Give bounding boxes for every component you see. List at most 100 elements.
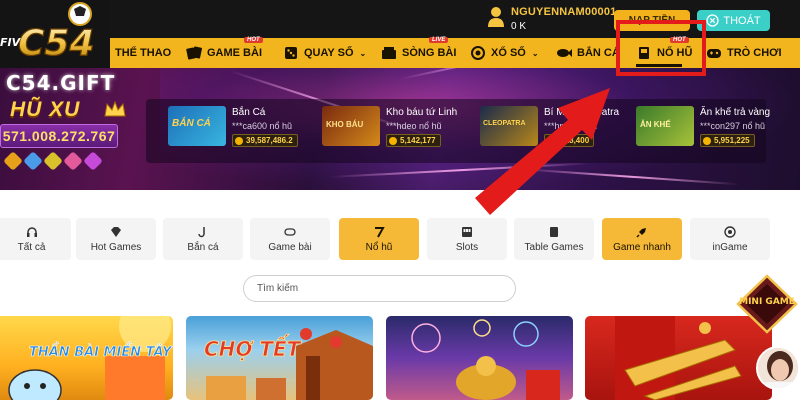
- winner-user: ***con297 nổ hũ: [700, 121, 766, 131]
- chevron-down-icon: ⌄: [359, 48, 367, 58]
- hero-banner[interactable]: C54.GIFT HŨ XU 571.008.272.767 BẮN CÁ Bắ…: [0, 68, 800, 190]
- chevron-down-icon: ⌄: [531, 48, 539, 58]
- cards-icon: [186, 46, 202, 60]
- jackpot-counter: 571.008.272.767: [0, 124, 118, 148]
- headset-icon: [26, 226, 37, 237]
- tile-title: THẦN BÀI MIỀN TÂY: [29, 343, 173, 360]
- gem-icon: [63, 151, 83, 171]
- tab-label: Tất cả: [17, 241, 46, 253]
- close-circle-icon: [706, 14, 720, 27]
- winner-user: ***hdeo nổ hũ: [386, 121, 442, 131]
- nav-label: XỔ SỐ: [491, 47, 526, 59]
- winner-card[interactable]: BẮN CÁ Bắn Cá ***ca600 nổ hũ 39,587,486.…: [168, 106, 298, 156]
- nav-item-casino[interactable]: SÒNG BÀI LIVE: [381, 37, 457, 68]
- nav-item-lottery-draw[interactable]: QUAY SỐ ⌄: [283, 38, 366, 68]
- winner-card[interactable]: KHO BÁU Kho báu tứ Linh ***hdeo nổ hũ 5,…: [322, 106, 457, 156]
- gem-icon: [3, 151, 23, 171]
- annotation-arrow-icon: [475, 88, 610, 215]
- search-input[interactable]: [257, 283, 497, 294]
- lottery-icon: [471, 46, 485, 60]
- nav-item-lottery[interactable]: XỔ SỐ ⌄: [470, 38, 539, 68]
- gem-icon: [43, 151, 63, 171]
- nav-label: TRÒ CHƠI: [727, 47, 782, 59]
- avatar-icon: [758, 348, 798, 388]
- nav-label: GAME BÀI: [207, 47, 262, 59]
- game-art: THẦN BÀI MIỀN TÂY: [8, 316, 173, 400]
- mini-game-button[interactable]: MINI GAME: [734, 274, 800, 336]
- tab-jackpot[interactable]: Nổ hũ: [339, 218, 419, 260]
- user-info[interactable]: NGUYENNAM00001 0 K: [487, 6, 617, 32]
- game-thumbnail: ĂN KHẾ: [636, 106, 694, 146]
- game-tile[interactable]: THẦN BÀI MIỀN TÂY: [0, 316, 173, 400]
- winner-amount: 5,951,225: [700, 134, 755, 147]
- tab-label: Hot Games: [90, 241, 142, 253]
- nav-label: THỂ THAO: [115, 47, 172, 59]
- winner-game: Ăn khế trả vàng: [700, 107, 771, 118]
- nav-item-games[interactable]: TRÒ CHƠI: [706, 38, 782, 68]
- gem-icon: [23, 151, 43, 171]
- tile-title: CHỢ TẾT: [204, 335, 302, 361]
- tab-label: Bắn cá: [187, 241, 219, 253]
- tab-hot-games[interactable]: Hot Games: [76, 218, 156, 260]
- tab-slots[interactable]: Slots: [427, 218, 507, 260]
- gamepad-icon: [707, 49, 721, 58]
- gem-icon: [83, 151, 103, 171]
- username: NGUYENNAM00001: [511, 6, 617, 18]
- game-thumbnail: BẮN CÁ: [168, 106, 226, 146]
- thumb-text: BẮN CÁ: [172, 118, 211, 129]
- search-box[interactable]: [243, 275, 516, 302]
- crown-icon: [104, 100, 126, 117]
- tab-card-games[interactable]: Game bài: [250, 218, 330, 260]
- live-badge: LIVE: [429, 37, 449, 43]
- winner-user: ***ca600 nổ hũ: [232, 121, 293, 131]
- recent-winners: BẮN CÁ Bắn Cá ***ca600 nổ hũ 39,587,486.…: [146, 99, 770, 163]
- support-avatar[interactable]: [756, 346, 800, 390]
- tab-label: Slots: [455, 241, 479, 253]
- logo-prefix: FIV: [0, 36, 22, 49]
- gem-row: [3, 151, 103, 171]
- nav-item-card-games[interactable]: GAME BÀI HOT: [186, 37, 263, 68]
- jackpot-title: HŨ XU: [10, 98, 81, 121]
- game-tile[interactable]: [386, 316, 573, 400]
- page: NGUYENNAM00001 0 K NẠP TIỀN THOÁT THỂ TH…: [0, 0, 800, 400]
- category-tabs: Tất cả Hot Games Bắn cá Game bài Nổ hũ S…: [0, 218, 800, 260]
- tab-ingame[interactable]: inGame: [690, 218, 770, 260]
- nav-item-fish[interactable]: BẮN CÁ: [556, 38, 620, 68]
- tab-table-games[interactable]: Table Games: [514, 218, 594, 260]
- thumb-text: KHO BÁU: [326, 120, 364, 129]
- site-logo[interactable]: C54 FIV: [0, 0, 110, 68]
- coin-icon: [389, 136, 397, 145]
- tab-fish[interactable]: Bắn cá: [163, 218, 243, 260]
- tab-label: inGame: [712, 241, 748, 253]
- hot-badge: HOT: [244, 37, 263, 43]
- logo-text: C54: [18, 23, 95, 64]
- thumb-text: ĂN KHẾ: [640, 120, 671, 129]
- nav-label: SÒNG BÀI: [402, 47, 457, 59]
- tab-quick-games[interactable]: Game nhanh: [602, 218, 682, 260]
- game-tile[interactable]: CHỢ TẾT: [186, 316, 373, 400]
- tab-label: Nổ hũ: [365, 241, 393, 253]
- annotation-highlight-box: [616, 20, 706, 76]
- winner-game: Kho báu tứ Linh: [386, 107, 458, 118]
- tab-label: Game nhanh: [613, 241, 671, 253]
- tab-all[interactable]: Tất cả: [0, 218, 71, 260]
- tab-label: Game bài: [268, 241, 312, 253]
- game-art: [411, 319, 560, 400]
- user-icon: [488, 7, 504, 27]
- coin-icon: [703, 136, 711, 145]
- winner-card[interactable]: ĂN KHẾ Ăn khế trả vàng ***con297 nổ hũ 5…: [636, 106, 770, 156]
- winner-amount: 5,142,177: [386, 134, 441, 147]
- logout-button[interactable]: THOÁT: [697, 10, 770, 31]
- jackpot-amount: 571.008.272.767: [2, 128, 116, 144]
- table-icon: [550, 226, 558, 237]
- cards-icon: [284, 227, 296, 236]
- seven-icon: [375, 226, 385, 237]
- tab-label: Table Games: [524, 241, 584, 253]
- slots-icon: [462, 226, 472, 237]
- dice-icon: [285, 47, 297, 59]
- game-art: CHỢ TẾT: [204, 328, 373, 400]
- diamond-icon: [111, 226, 121, 237]
- balance: 0 K: [511, 21, 527, 32]
- mini-game-icon: MINI GAME: [736, 274, 798, 334]
- winner-amount: 39,587,486.2: [232, 134, 298, 147]
